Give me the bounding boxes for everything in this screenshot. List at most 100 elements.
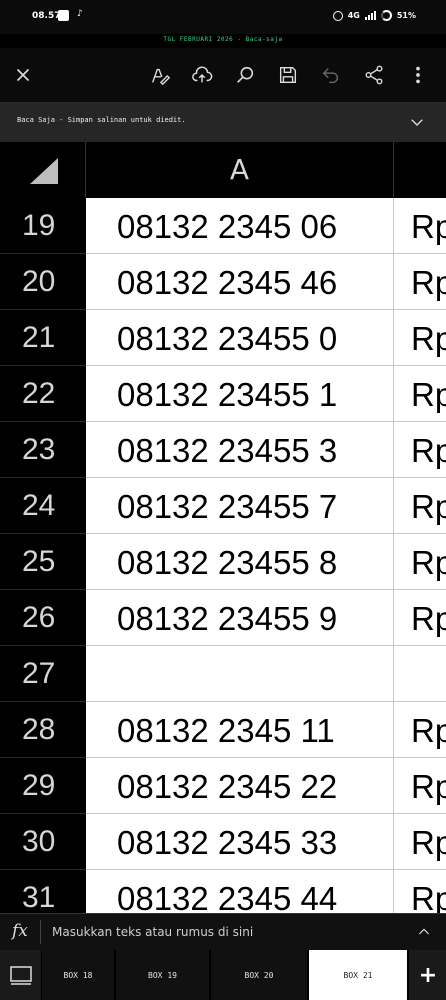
table-row: 25 08132 23455 8 Rp [0, 534, 446, 590]
row-number[interactable]: 21 [0, 310, 86, 366]
share-button[interactable] [359, 60, 389, 90]
tab-box-19[interactable]: BOX 19 [116, 950, 211, 1000]
tab-box-18[interactable]: BOX 18 [42, 950, 116, 1000]
function-icon[interactable]: fx [12, 921, 28, 941]
sheets-list-button[interactable] [0, 950, 42, 1000]
search-icon [237, 66, 254, 83]
cell-a[interactable]: 08132 2345 11 [86, 702, 394, 758]
document-title: TGL FEBRUARI 2026 - Baca-saja [163, 36, 283, 43]
cell-b[interactable]: Rp [394, 310, 446, 366]
chevron-down-icon[interactable] [408, 113, 426, 131]
divider [40, 920, 41, 944]
signal-icon [364, 11, 376, 20]
table-row: 28 08132 2345 11 Rp [0, 702, 446, 758]
network-type: 4G [347, 11, 360, 20]
row-number[interactable]: 26 [0, 590, 86, 646]
row-number[interactable]: 31 [0, 870, 86, 913]
edit-button[interactable] [145, 60, 175, 90]
cell-a[interactable]: 08132 23455 9 [86, 590, 394, 646]
save-icon [279, 66, 297, 84]
table-row: 21 08132 23455 0 Rp [0, 310, 446, 366]
sheet-tab-bar: BOX 18 BOX 19 BOX 20 BOX 21 + [0, 950, 446, 1000]
cell-b[interactable]: Rp [394, 366, 446, 422]
cell-a[interactable]: 08132 2345 22 [86, 758, 394, 814]
table-row: 27 [0, 646, 446, 702]
cell-a[interactable]: 08132 2345 06 [86, 198, 394, 254]
status-bar: 08.57 ♪ 4G 51% [0, 0, 446, 34]
corner-triangle-icon [30, 158, 58, 184]
search-button[interactable] [230, 60, 260, 90]
table-row: 20 08132 2345 46 Rp [0, 254, 446, 310]
row-number[interactable]: 28 [0, 702, 86, 758]
row-number[interactable]: 23 [0, 422, 86, 478]
column-header-a[interactable]: A [86, 142, 394, 198]
column-header-row: A [0, 142, 446, 198]
status-time: 08.57 [32, 11, 61, 21]
row-number[interactable]: 22 [0, 366, 86, 422]
status-right: 4G 51% [332, 10, 416, 21]
row-number[interactable]: 24 [0, 478, 86, 534]
cell-a[interactable]: 08132 23455 7 [86, 478, 394, 534]
sheet-grid: 19 08132 2345 06 Rp 20 08132 2345 46 Rp … [0, 198, 446, 913]
cell-a[interactable]: 08132 23455 0 [86, 310, 394, 366]
row-number[interactable]: 19 [0, 198, 86, 254]
cell-b[interactable]: Rp [394, 478, 446, 534]
row-number[interactable]: 30 [0, 814, 86, 870]
cell-b[interactable]: Rp [394, 254, 446, 310]
share-icon [365, 65, 383, 85]
chevron-up-icon[interactable] [416, 924, 432, 940]
cell-b[interactable]: Rp [394, 814, 446, 870]
row-number[interactable]: 20 [0, 254, 86, 310]
cell-b[interactable]: Rp [394, 702, 446, 758]
select-all-corner[interactable] [0, 142, 86, 198]
save-button[interactable] [273, 60, 303, 90]
cloud-upload-icon [192, 66, 213, 83]
table-row: 29 08132 2345 22 Rp [0, 758, 446, 814]
undo-icon [322, 68, 339, 84]
cell-a[interactable]: 08132 2345 44 [86, 870, 394, 913]
row-number[interactable]: 27 [0, 646, 86, 702]
table-row: 22 08132 23455 1 Rp [0, 366, 446, 422]
table-row: 31 08132 2345 44 Rp [0, 870, 446, 913]
cell-a[interactable]: 08132 23455 1 [86, 366, 394, 422]
cell-b[interactable]: Rp [394, 590, 446, 646]
toolbar [0, 48, 446, 102]
cell-b[interactable]: Rp [394, 198, 446, 254]
close-button[interactable] [8, 60, 38, 90]
table-row: 26 08132 23455 9 Rp [0, 590, 446, 646]
more-vertical-icon [416, 66, 420, 84]
table-row: 30 08132 2345 33 Rp [0, 814, 446, 870]
cell-b[interactable]: Rp [394, 422, 446, 478]
battery-icon [380, 10, 392, 21]
tab-box-21[interactable]: BOX 21 [309, 950, 409, 1000]
read-only-banner[interactable]: Baca Saja - Simpan salinan untuk diedit. [0, 102, 446, 142]
sheets-icon [9, 966, 32, 985]
column-header-b[interactable] [394, 142, 446, 198]
cell-a[interactable]: 08132 2345 46 [86, 254, 394, 310]
formula-bar: fx [0, 913, 446, 950]
table-row: 24 08132 23455 7 Rp [0, 478, 446, 534]
pen-icon [152, 68, 171, 86]
cell-a[interactable] [86, 646, 394, 702]
add-sheet-button[interactable]: + [410, 950, 446, 1000]
cell-a[interactable]: 08132 2345 33 [86, 814, 394, 870]
cell-b[interactable]: Rp [394, 534, 446, 590]
more-button[interactable] [403, 60, 433, 90]
cell-a[interactable]: 08132 23455 8 [86, 534, 394, 590]
upload-button[interactable] [187, 60, 217, 90]
notification-icon [58, 10, 69, 21]
table-row: 23 08132 23455 3 Rp [0, 422, 446, 478]
cell-a[interactable]: 08132 23455 3 [86, 422, 394, 478]
undo-button[interactable] [316, 60, 346, 90]
row-number[interactable]: 29 [0, 758, 86, 814]
close-icon [16, 68, 30, 82]
cell-b[interactable]: Rp [394, 758, 446, 814]
battery-percent: 51% [396, 11, 416, 20]
cell-b[interactable] [394, 646, 446, 702]
cell-b[interactable]: Rp [394, 870, 446, 913]
tab-box-20[interactable]: BOX 20 [211, 950, 309, 1000]
row-number[interactable]: 25 [0, 534, 86, 590]
formula-input[interactable] [52, 922, 392, 942]
table-row: 19 08132 2345 06 Rp [0, 198, 446, 254]
read-only-text: Baca Saja - Simpan salinan untuk diedit. [17, 116, 186, 124]
